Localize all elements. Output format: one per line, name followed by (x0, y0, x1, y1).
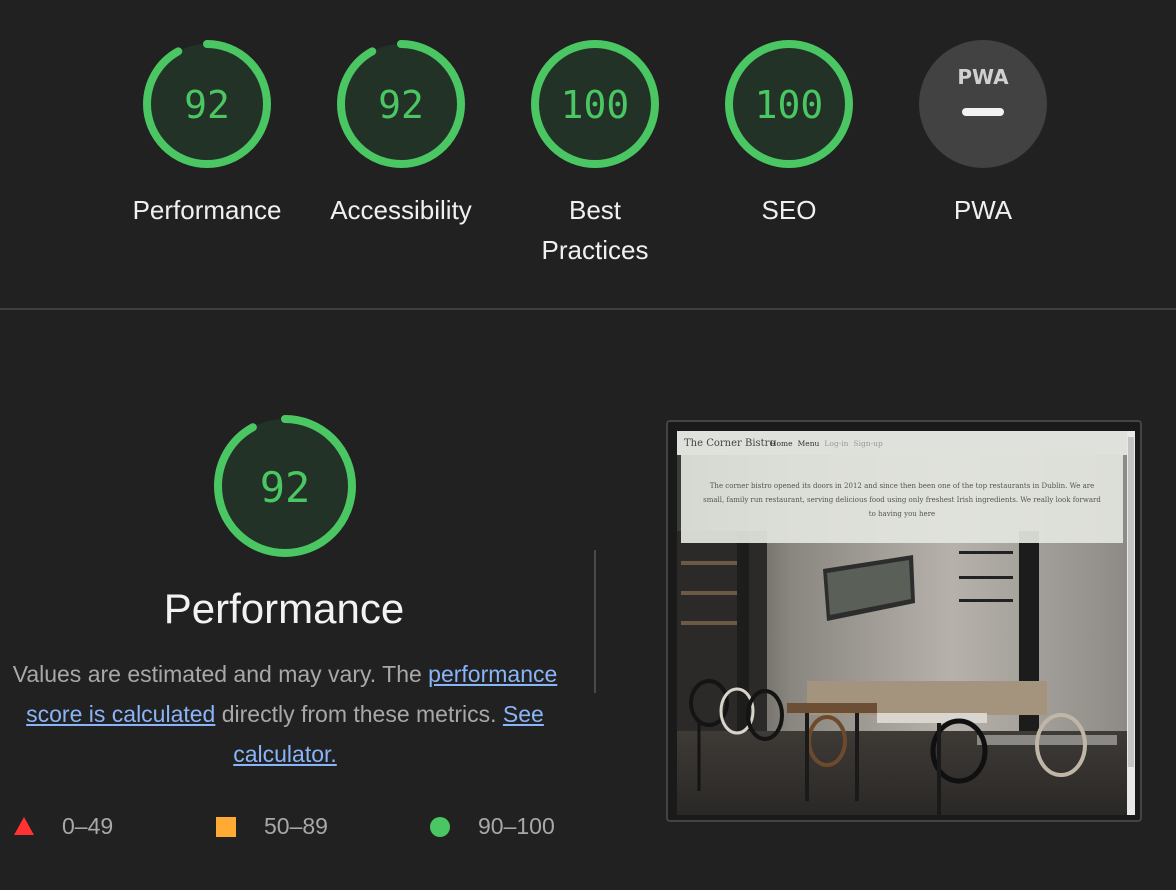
site-nav-home: Home (770, 439, 793, 448)
section-title: Performance (163, 585, 405, 632)
score-legend: 0–49 50–89 90–100 (0, 810, 600, 842)
gauge-label: Best Practices (541, 195, 649, 265)
legend-range: 90–100 (478, 813, 555, 839)
performance-detail-gauge: 92 (214, 415, 356, 557)
gauge-score: 92 (378, 83, 424, 127)
scrollbar[interactable] (1127, 431, 1135, 815)
circle-icon (430, 817, 450, 837)
gauge-score: 92 (184, 83, 230, 127)
site-nav-login: Log-in (824, 439, 849, 448)
pwa-badge-bg (919, 40, 1047, 168)
gauge-score: 92 (260, 463, 311, 512)
square-icon (216, 817, 236, 837)
category-gauges: 92 Performance 92 Accessibility 100 Best… (0, 0, 1176, 309)
site-nav-menu: Menu (797, 439, 820, 448)
desc-text: Values are estimated and may vary. The (12, 661, 429, 687)
legend-range: 0–49 (62, 813, 114, 839)
triangle-icon (14, 817, 34, 835)
section-divider (0, 308, 1176, 310)
desc-text: directly from these metrics. (215, 701, 503, 727)
final-screenshot[interactable]: The Corner Bistro Home Menu Log-in Sign-up … (666, 420, 1142, 822)
gauge-label: SEO (761, 195, 817, 225)
gauge-accessibility[interactable]: 92 Accessibility (311, 38, 491, 230)
dash-icon (962, 108, 1004, 116)
site-nav-links: Home Menu Log-in Sign-up (770, 439, 888, 448)
vertical-separator (594, 550, 596, 693)
screenshot-content: The Corner Bistro Home Menu Log-in Sign-up … (677, 431, 1135, 815)
gauge-seo[interactable]: 100 SEO (699, 38, 879, 230)
gauge-performance[interactable]: 92 Performance (117, 38, 297, 230)
performance-score-ring: 92 (143, 40, 271, 168)
site-header: The Corner Bistro Home Menu Log-in Sign-up (677, 431, 1127, 455)
scrollbar-thumb[interactable] (1128, 437, 1134, 767)
accessibility-score-ring: 92 (337, 40, 465, 168)
score-description: Values are estimated and may vary. The p… (0, 654, 570, 774)
pwa-logo-icon: PWA (957, 65, 1009, 89)
site-brand: The Corner Bistro (684, 438, 776, 449)
gauge-best-practices[interactable]: 100 Best Practices (505, 38, 685, 270)
seo-score-ring: 100 (725, 40, 853, 168)
gauge-score: 100 (561, 83, 630, 127)
site-nav-signup: Sign-up (853, 439, 883, 448)
gauge-label: PWA (953, 195, 1013, 225)
legend-range: 50–89 (264, 813, 328, 839)
gauge-label: Performance (132, 195, 282, 225)
site-hero-text: The corner bistro opened its doors in 20… (681, 455, 1123, 543)
best-practices-score-ring: 100 (531, 40, 659, 168)
gauge-pwa[interactable]: PWA PWA (893, 38, 1073, 230)
pwa-badge: PWA (919, 40, 1047, 168)
gauge-score: 100 (755, 83, 824, 127)
gauge-label: Accessibility (330, 195, 472, 225)
